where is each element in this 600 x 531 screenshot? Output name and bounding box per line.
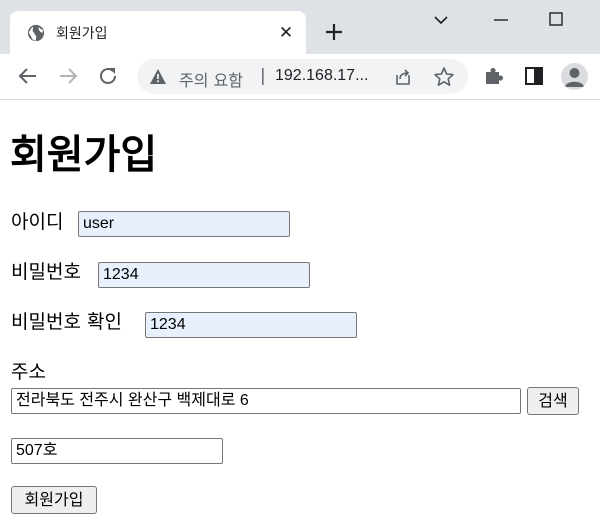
address-label: 주소 bbox=[11, 361, 46, 383]
browser-tab[interactable]: 회원가입 ✕ bbox=[10, 11, 306, 54]
address-input[interactable]: 전라북도 전주시 완산구 백제대로 6 bbox=[11, 388, 521, 414]
security-warning-text[interactable]: 주의 요함 bbox=[179, 67, 243, 91]
url-separator: | bbox=[260, 66, 266, 86]
id-input[interactable]: user bbox=[78, 211, 290, 237]
globe-icon bbox=[27, 24, 45, 42]
password-confirm-input[interactable]: 1234 bbox=[145, 312, 357, 338]
reload-icon[interactable] bbox=[97, 65, 119, 87]
signup-submit-button[interactable]: 회원가입 bbox=[11, 486, 97, 514]
tab-strip: 회원가입 ✕ bbox=[0, 0, 600, 54]
side-panel-icon[interactable] bbox=[523, 65, 545, 87]
address-detail-input[interactable]: 507호 bbox=[11, 438, 223, 464]
page-title: 회원가입 bbox=[10, 132, 158, 178]
extensions-puzzle-icon[interactable] bbox=[483, 65, 505, 87]
browser-toolbar: 주의 요함 | 192.168.17... bbox=[0, 54, 600, 100]
id-label: 아이디 bbox=[11, 211, 64, 233]
password-input[interactable]: 1234 bbox=[98, 262, 310, 288]
minimize-icon[interactable] bbox=[488, 7, 514, 33]
password-label: 비밀번호 bbox=[11, 261, 81, 283]
warning-triangle-icon[interactable] bbox=[149, 68, 167, 86]
back-arrow-icon[interactable] bbox=[17, 65, 39, 87]
tab-title: 회원가입 bbox=[56, 26, 108, 42]
tab-close-icon[interactable]: ✕ bbox=[276, 23, 296, 43]
share-icon[interactable] bbox=[393, 67, 413, 87]
address-bar[interactable]: 주의 요함 | 192.168.17... bbox=[137, 59, 468, 94]
url-text[interactable]: 192.168.17... bbox=[275, 67, 368, 85]
maximize-icon[interactable] bbox=[543, 7, 569, 33]
bookmark-star-icon[interactable] bbox=[433, 66, 455, 88]
address-search-button[interactable]: 검색 bbox=[527, 387, 579, 415]
profile-avatar-icon[interactable] bbox=[561, 63, 588, 90]
tab-search-chevron-icon[interactable] bbox=[428, 7, 454, 33]
password-confirm-label: 비밀번호 확인 bbox=[11, 311, 122, 333]
new-tab-plus-icon[interactable] bbox=[321, 19, 347, 45]
forward-arrow-icon[interactable] bbox=[57, 65, 79, 87]
